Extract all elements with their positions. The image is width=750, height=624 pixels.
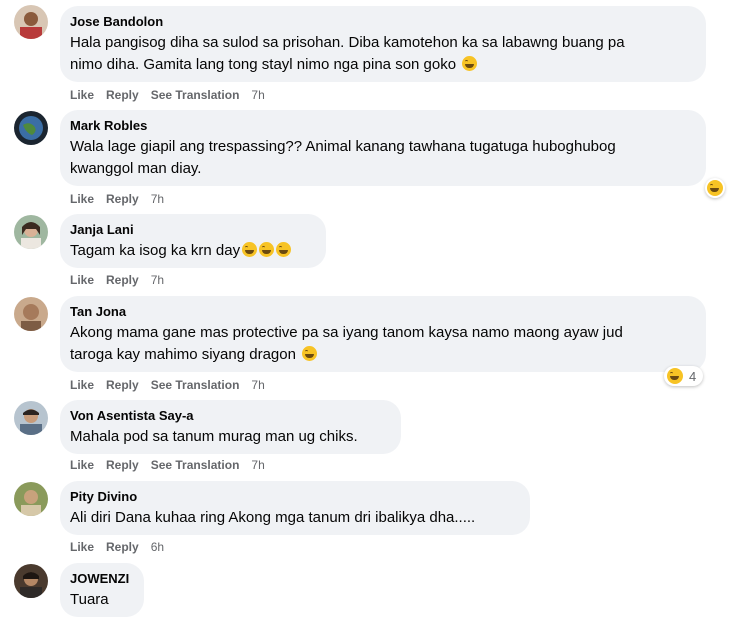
comment-line: Wala lage giapil ang trespassing?? Anima…: [70, 138, 616, 155]
avatar[interactable]: [14, 215, 48, 249]
comment-bubble: Von Asentista Say-a Mahala pod sa tanum …: [60, 400, 401, 454]
comment-line: Akong mama gane mas protective pa sa iya…: [70, 324, 623, 341]
comment-line: Mahala pod sa tanum murag man ug chiks.: [70, 428, 358, 445]
comment-time[interactable]: 7h: [251, 87, 264, 103]
reply-button[interactable]: Reply: [106, 457, 139, 473]
comment-text: Tagam ka isog ka krn day: [70, 240, 314, 262]
comment-actions: Like Reply See Translation 7h: [70, 457, 277, 473]
reply-button[interactable]: Reply: [106, 272, 139, 288]
reaction-count: 4: [689, 368, 697, 384]
like-button[interactable]: Like: [70, 191, 94, 207]
avatar[interactable]: [14, 401, 48, 435]
rolling-laughing-emoji-icon: [276, 242, 292, 257]
avatar[interactable]: [14, 5, 48, 39]
comment-actions: Like Reply See Translation 7h: [70, 377, 277, 393]
reply-button[interactable]: Reply: [106, 377, 139, 393]
laughing-emoji-icon: [302, 346, 318, 361]
reaction-badge[interactable]: 4: [664, 366, 704, 386]
avatar[interactable]: [14, 297, 48, 331]
avatar[interactable]: [14, 564, 48, 598]
like-button[interactable]: Like: [70, 272, 94, 288]
comment-author[interactable]: Tan Jona: [70, 304, 694, 320]
comment-line: Tagam ka isog ka krn day: [70, 242, 241, 259]
comment-author[interactable]: Mark Robles: [70, 118, 694, 134]
haha-reaction-icon: [707, 180, 723, 196]
reply-button[interactable]: Reply: [106, 539, 139, 555]
comment-actions: Like Reply 7h: [70, 191, 176, 207]
comment-time[interactable]: 7h: [151, 191, 164, 207]
reaction-badge[interactable]: [705, 178, 725, 198]
comment-author[interactable]: Von Asentista Say-a: [70, 408, 389, 424]
comment-bubble: Mark Robles Wala lage giapil ang trespas…: [60, 110, 706, 186]
comment-author[interactable]: Jose Bandolon: [70, 14, 694, 30]
like-button[interactable]: Like: [70, 457, 94, 473]
comment-time[interactable]: 7h: [251, 457, 264, 473]
see-translation-button[interactable]: See Translation: [151, 87, 240, 103]
comment-text: Tuara: [70, 589, 132, 611]
comment-bubble: Janja Lani Tagam ka isog ka krn day: [60, 214, 326, 268]
comment-actions: Like Reply 6h: [70, 539, 176, 555]
reply-button[interactable]: Reply: [106, 191, 139, 207]
comment-time[interactable]: 7h: [151, 272, 164, 288]
comment-text: Mahala pod sa tanum murag man ug chiks.: [70, 426, 389, 448]
comment-text: Akong mama gane mas protective pa sa iya…: [70, 322, 694, 366]
avatar[interactable]: [14, 482, 48, 516]
see-translation-button[interactable]: See Translation: [151, 457, 240, 473]
reply-button[interactable]: Reply: [106, 87, 139, 103]
like-button[interactable]: Like: [70, 87, 94, 103]
comment-text: Hala pangisog diha sa sulod sa prisohan.…: [70, 32, 694, 76]
comment-line: kwanggol man diay.: [70, 160, 202, 177]
comment-line: Hala pangisog diha sa sulod sa prisohan.…: [70, 34, 625, 51]
comment-time[interactable]: 7h: [251, 377, 264, 393]
comment-bubble: Tan Jona Akong mama gane mas protective …: [60, 296, 706, 372]
comment-author[interactable]: Janja Lani: [70, 222, 314, 238]
comment-text: Ali diri Dana kuhaa ring Akong mga tanum…: [70, 507, 518, 529]
comment-actions: Like Reply See Translation 7h: [70, 87, 277, 103]
comment-line: Ali diri Dana kuhaa ring Akong mga tanum…: [70, 509, 476, 526]
comment-bubble: Jose Bandolon Hala pangisog diha sa sulo…: [60, 6, 706, 82]
rolling-laughing-emoji-icon: [242, 242, 258, 257]
comment-line: Tuara: [70, 591, 109, 608]
comment-line: nimo diha. Gamita lang tong stayl nimo n…: [70, 56, 457, 73]
haha-reaction-icon: [667, 368, 683, 384]
like-button[interactable]: Like: [70, 539, 94, 555]
avatar[interactable]: [14, 111, 48, 145]
comment-author[interactable]: Pity Divino: [70, 489, 518, 505]
comment-actions: Like Reply 7h: [70, 272, 176, 288]
comment-time[interactable]: 6h: [151, 539, 164, 555]
comment-bubble: Pity Divino Ali diri Dana kuhaa ring Ako…: [60, 481, 530, 535]
laughing-emoji-icon: [462, 56, 478, 71]
see-translation-button[interactable]: See Translation: [151, 377, 240, 393]
comment-line: taroga kay mahimo siyang dragon: [70, 346, 296, 363]
comment-author[interactable]: JOWENZI: [70, 571, 132, 587]
comment-bubble: JOWENZI Tuara: [60, 563, 144, 617]
like-button[interactable]: Like: [70, 377, 94, 393]
comment-text: Wala lage giapil ang trespassing?? Anima…: [70, 136, 694, 180]
rolling-laughing-emoji-icon: [259, 242, 275, 257]
